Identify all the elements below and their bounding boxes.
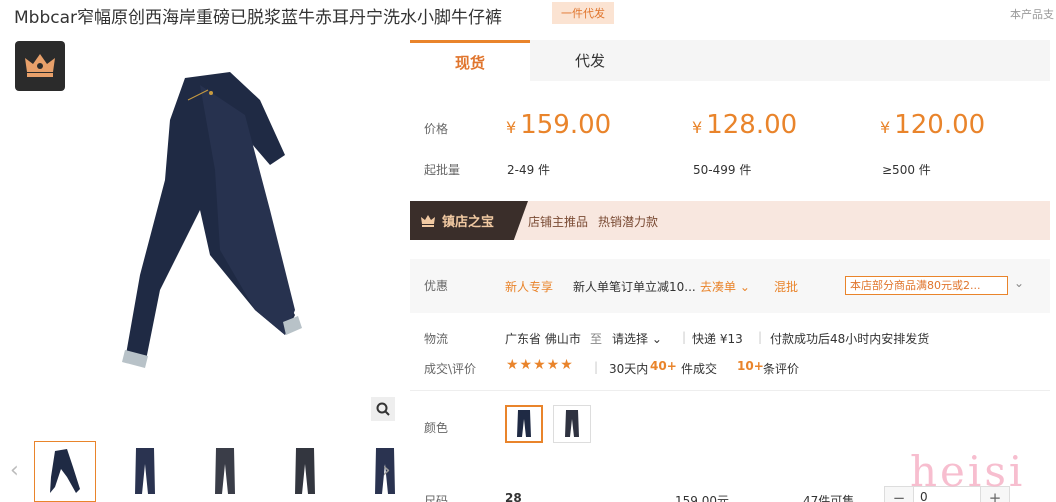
color-label: 颜色 (424, 421, 449, 435)
crown-icon (421, 214, 435, 227)
moq-tier-3: ≥500 件 (882, 163, 931, 177)
ship-origin: 广东省 佛山市 (505, 332, 581, 346)
price-value: 120.00 (894, 110, 986, 140)
price-tier-2: ¥128.00 (692, 110, 797, 140)
ship-note: 付款成功后48小时内安排发货 (770, 332, 930, 346)
moq-tier-1: 2-49 件 (507, 163, 551, 177)
shop-tag: 热销潜力款 (598, 215, 659, 229)
price-tier-3: ¥120.00 (880, 110, 985, 140)
shop-treasure-bar[interactable]: 镇店之宝 店铺主推品 热销潜力款 (410, 201, 1050, 240)
section-divider (410, 390, 1050, 391)
zoom-button[interactable] (371, 397, 395, 421)
shop-treasure-badge: 镇店之宝 (410, 201, 528, 240)
crown-badge-icon (15, 41, 65, 91)
ship-destination: 请选择 (612, 332, 649, 346)
size-stock: 47件可售 (803, 494, 855, 502)
divider: | (682, 330, 687, 344)
promo-newcomer-tag: 新人专享 (505, 280, 554, 294)
dropship-badge[interactable]: 一件代发 (552, 2, 614, 24)
reviews-count[interactable]: 10+ (737, 359, 764, 373)
price-label: 价格 (424, 122, 449, 136)
divider: | (758, 330, 763, 344)
chevron-down-icon: ⌄ (651, 332, 662, 346)
chevron-down-icon: ⌄ (739, 280, 750, 294)
product-main-image[interactable] (80, 60, 350, 390)
thumbnail[interactable] (274, 441, 336, 502)
shop-treasure-tags: 店铺主推品 热销潜力款 (528, 213, 668, 230)
divider: | (594, 360, 599, 374)
price-value: 159.00 (520, 110, 612, 140)
moq-tier-2: 50-499 件 (693, 163, 752, 177)
promo-mix-label: 混批 (774, 280, 799, 294)
deals-count: 40+ (650, 359, 677, 373)
product-note: 本产品支 (1010, 8, 1054, 21)
promo-link-label: 去凑单 (700, 280, 737, 294)
currency-symbol: ¥ (506, 118, 517, 137)
promo-label: 优惠 (424, 279, 449, 293)
thumb-prev-arrow-icon[interactable]: ‹ (10, 458, 19, 483)
promo-offer-box[interactable]: 本店部分商品满80元或2... (845, 276, 1008, 295)
thumbnail-strip (34, 441, 416, 502)
trade-label: 成交\评价 (424, 362, 477, 376)
deals-suffix: 件成交 (681, 362, 718, 376)
tab-in-stock[interactable]: 现货 (410, 40, 530, 81)
express-fee: 快递 ¥13 (692, 332, 743, 346)
thumbnail[interactable] (114, 441, 176, 502)
reviews-suffix[interactable]: 条评价 (763, 360, 799, 377)
size-price: 159.00元 (675, 494, 729, 502)
price-tier-1: ¥159.00 (506, 110, 611, 140)
shop-treasure-title: 镇店之宝 (442, 215, 495, 230)
currency-symbol: ¥ (692, 118, 703, 137)
ship-destination-select[interactable]: 请选择 ⌄ (612, 330, 662, 347)
color-swatch[interactable] (505, 405, 543, 443)
thumb-next-arrow-icon[interactable]: › (382, 458, 391, 483)
watermark-text: heisi (910, 447, 1026, 496)
thumbnail[interactable] (194, 441, 256, 502)
promo-description: 新人单笔订单立减10... (573, 280, 696, 294)
color-swatch[interactable] (553, 405, 591, 443)
shop-tag: 店铺主推品 (528, 215, 589, 229)
promo-expand-chevron-icon[interactable]: ⌄ (1014, 276, 1024, 290)
size-label: 尺码 (424, 494, 449, 502)
price-value: 128.00 (706, 110, 798, 140)
promo-row: 优惠 新人专享 新人单笔订单立减10... 去凑单 ⌄ 混批 本店部分商品满80… (410, 259, 1050, 313)
moq-label: 起批量 (424, 163, 461, 177)
ship-to-label: 至 (590, 332, 603, 346)
currency-symbol: ¥ (880, 118, 891, 137)
product-title: Mbbcar窄幅原创西海岸重磅已脱浆蓝牛赤耳丹宁洗水小脚牛仔裤 (14, 8, 503, 28)
promo-go-link[interactable]: 去凑单 ⌄ (700, 278, 750, 295)
thumbnail[interactable] (34, 441, 96, 502)
purchase-tabs: 现货 代发 (410, 40, 1050, 81)
magnifier-icon (376, 402, 390, 416)
size-value: 28 (505, 491, 522, 502)
rating-stars: ★★★★★ (506, 357, 574, 373)
logistics-label: 物流 (424, 332, 449, 346)
deals-prefix: 30天内 (609, 362, 649, 376)
tab-dropship[interactable]: 代发 (530, 40, 650, 81)
decrease-button[interactable]: − (885, 487, 913, 502)
